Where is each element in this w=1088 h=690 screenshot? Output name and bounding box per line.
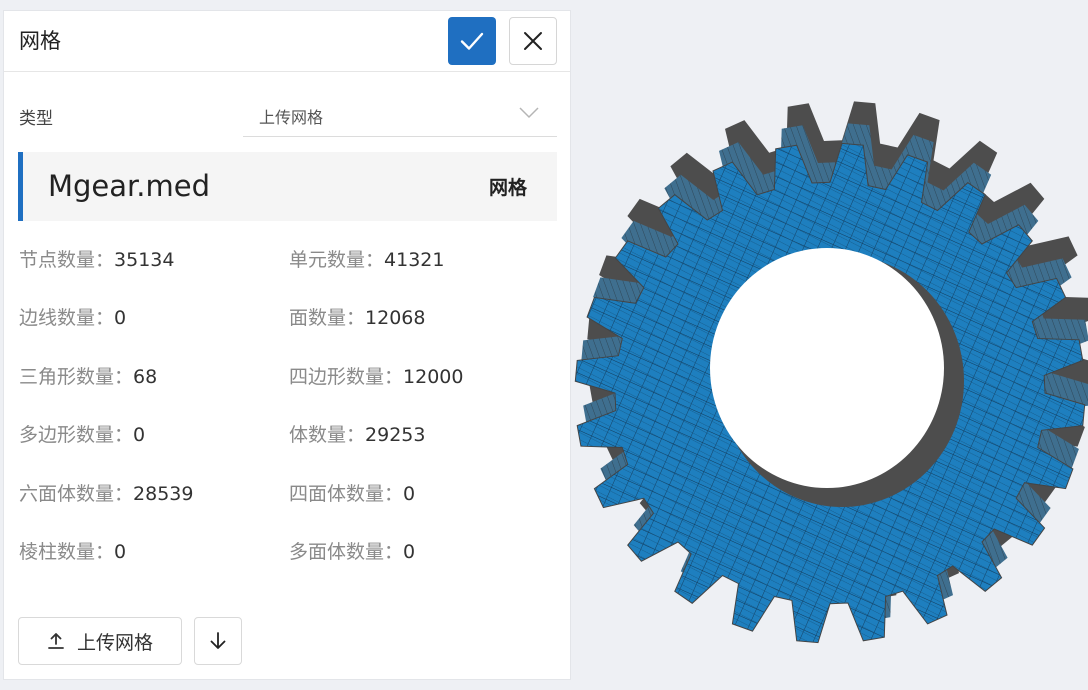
stat-value: 0 xyxy=(114,541,127,563)
stat-face-count: 面数量：12068 xyxy=(289,305,425,331)
file-type-tag: 网格 xyxy=(488,177,527,199)
stat-polyhedron-count: 多面体数量：0 xyxy=(289,539,415,565)
stat-label: 多边形数量： xyxy=(19,424,134,446)
type-label: 类型 xyxy=(19,109,53,129)
stat-label: 体数量： xyxy=(289,424,366,446)
stat-value: 0 xyxy=(403,541,416,563)
stat-value: 28539 xyxy=(133,483,194,505)
stat-label: 单元数量： xyxy=(289,249,385,271)
stat-value: 35134 xyxy=(114,249,175,271)
confirm-button[interactable] xyxy=(448,17,496,65)
stat-value: 12000 xyxy=(403,366,464,388)
stat-value: 0 xyxy=(133,424,146,446)
type-select[interactable]: 上传网格 xyxy=(243,96,557,137)
download-button[interactable] xyxy=(194,617,242,665)
stat-label: 三角形数量： xyxy=(19,366,134,388)
close-button[interactable] xyxy=(509,17,557,65)
stat-value: 12068 xyxy=(365,307,426,329)
stat-value: 0 xyxy=(403,483,416,505)
check-icon xyxy=(460,32,484,50)
gear-mesh-model xyxy=(574,101,1088,644)
panel-header: 网格 xyxy=(4,11,570,72)
stat-value: 0 xyxy=(114,307,127,329)
stat-label: 面数量： xyxy=(289,307,366,329)
upload-mesh-button[interactable]: 上传网格 xyxy=(18,617,182,665)
stat-element-count: 单元数量：41321 xyxy=(289,247,444,273)
type-row: 类型 上传网格 xyxy=(4,96,570,138)
stat-prism-count: 棱柱数量：0 xyxy=(19,539,126,565)
stat-label: 边线数量： xyxy=(19,307,115,329)
stat-value: 41321 xyxy=(384,249,445,271)
chevron-down-icon xyxy=(519,107,539,119)
stat-triangle-count: 三角形数量：68 xyxy=(19,364,157,390)
stat-label: 四边形数量： xyxy=(289,366,404,388)
gear-bore-hole xyxy=(710,248,944,488)
mesh-panel: 网格 类型 上传网格 Mgear.med 网格 节点数量：35134 单元数量：… xyxy=(3,10,571,680)
download-icon xyxy=(210,632,226,649)
stat-value: 68 xyxy=(133,366,158,388)
3d-viewport[interactable] xyxy=(572,0,1088,690)
upload-mesh-label: 上传网格 xyxy=(76,632,153,654)
file-name: Mgear.med xyxy=(48,169,211,203)
stat-label: 四面体数量： xyxy=(289,483,404,505)
panel-title: 网格 xyxy=(19,29,61,53)
stat-label: 棱柱数量： xyxy=(19,541,115,563)
stat-volume-count: 体数量：29253 xyxy=(289,422,425,448)
upload-icon xyxy=(48,633,64,649)
stat-label: 六面体数量： xyxy=(19,483,134,505)
stat-value: 29253 xyxy=(365,424,426,446)
close-icon xyxy=(524,32,542,50)
stat-label: 多面体数量： xyxy=(289,541,404,563)
file-card: Mgear.med 网格 xyxy=(18,152,557,221)
stat-quad-count: 四边形数量：12000 xyxy=(289,364,463,390)
stat-hexahedron-count: 六面体数量：28539 xyxy=(19,481,193,507)
stat-edge-count: 边线数量：0 xyxy=(19,305,126,331)
stat-node-count: 节点数量：35134 xyxy=(19,247,174,273)
stat-polygon-count: 多边形数量：0 xyxy=(19,422,145,448)
stat-label: 节点数量： xyxy=(19,249,115,271)
type-select-value: 上传网格 xyxy=(259,108,324,127)
stat-tetrahedron-count: 四面体数量：0 xyxy=(289,481,415,507)
